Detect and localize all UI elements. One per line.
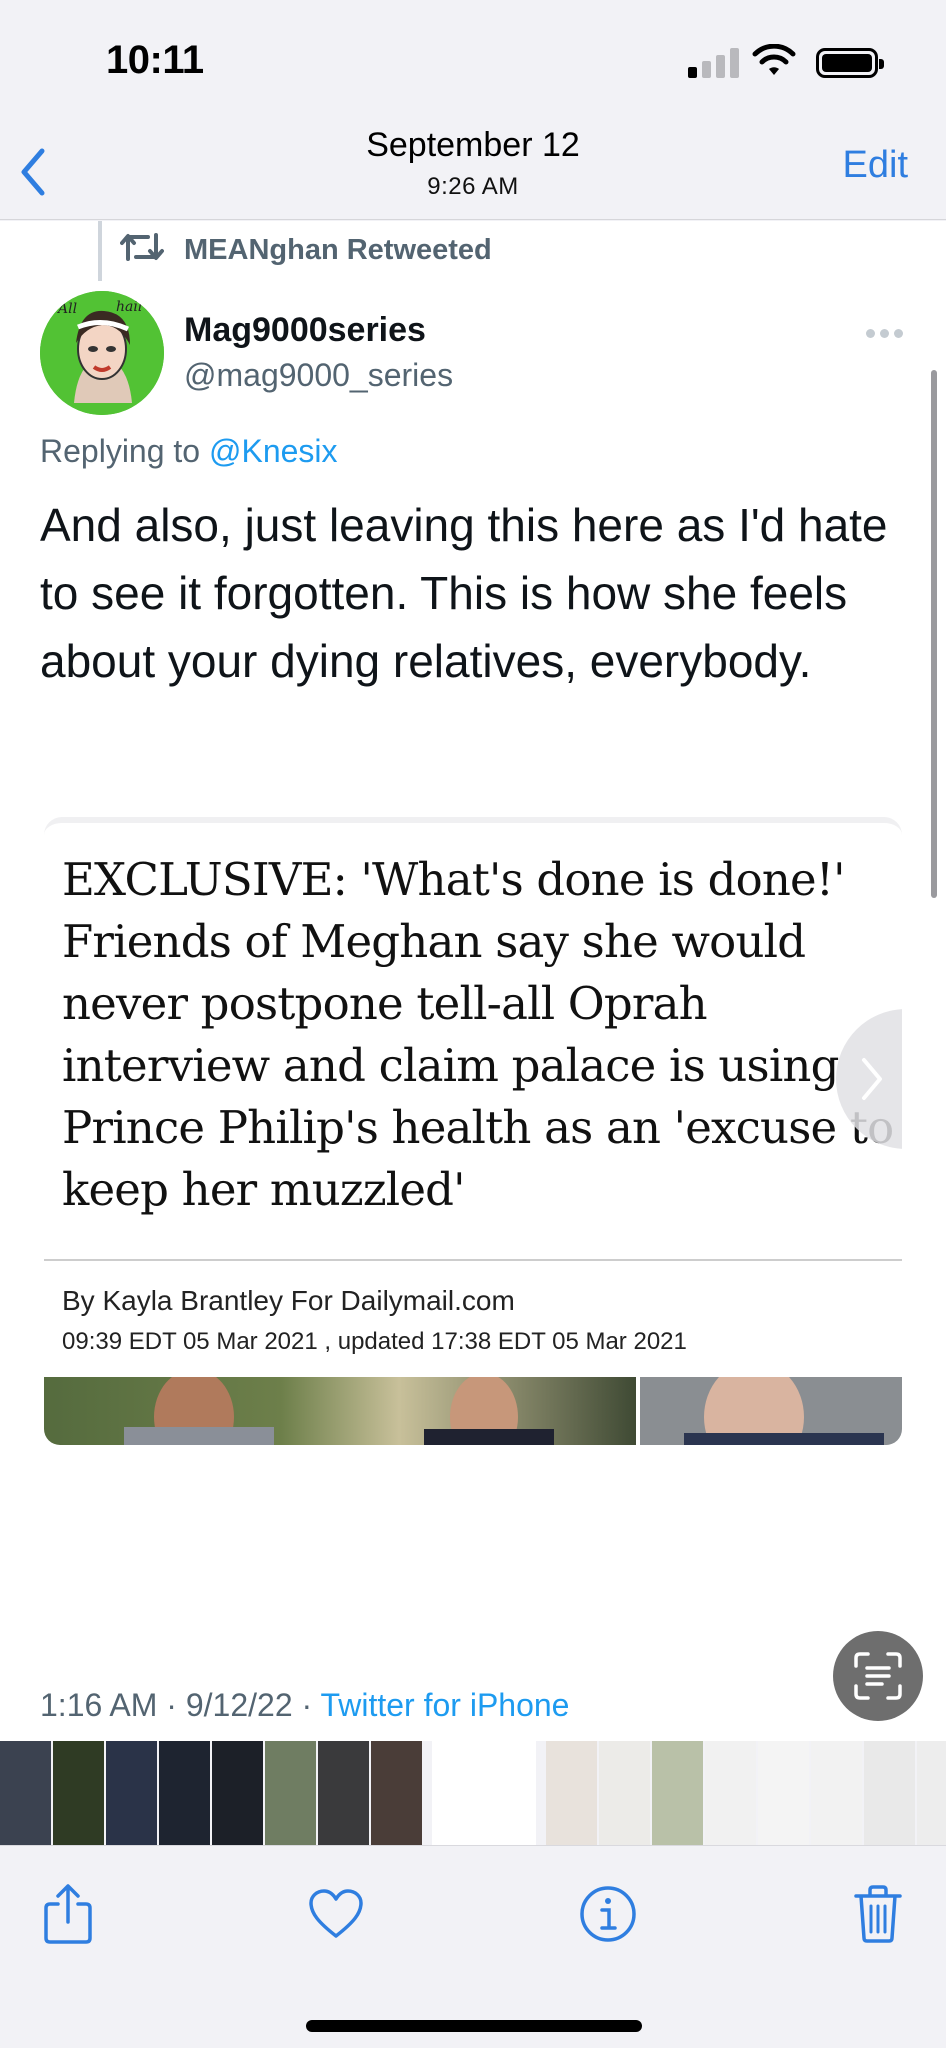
display-name[interactable]: Mag9000series [184, 311, 426, 350]
svg-text:hail: hail [116, 299, 142, 315]
thumbnail-selected[interactable] [432, 1741, 536, 1845]
info-icon [580, 1886, 636, 1942]
replying-to: Replying to @Knesix [40, 433, 338, 470]
share-icon [44, 1884, 92, 1944]
avatar[interactable]: All hail [40, 291, 164, 415]
thumbnail[interactable] [705, 1741, 756, 1845]
bottom-toolbar [0, 1845, 946, 2048]
thumbnail[interactable] [159, 1741, 210, 1845]
tweet-text: And also, just leaving this here as I'd … [40, 499, 888, 687]
live-text-button[interactable] [833, 1631, 923, 1721]
avatar-cartoon-icon: All hail [40, 291, 164, 415]
thumbnail[interactable] [758, 1741, 809, 1845]
thumbnail[interactable] [917, 1741, 946, 1845]
article-byline: By Kayla Brantley For Dailymail.com [62, 1285, 515, 1316]
battery-icon [816, 48, 884, 78]
share-button[interactable] [36, 1882, 100, 1946]
favorite-button[interactable] [304, 1882, 368, 1946]
retweeted-by-label: MEANghan Retweeted [184, 234, 492, 266]
retweet-icon [120, 233, 164, 261]
reply-mention-link[interactable]: @Knesix [209, 433, 338, 469]
photo-view[interactable]: MEANghan Retweeted All hail Mag9000serie… [0, 221, 946, 1741]
article-photo [44, 1377, 902, 1445]
replying-prefix: Replying to [40, 433, 209, 469]
trash-icon [854, 1885, 902, 1943]
thumbnail[interactable] [864, 1741, 915, 1845]
cellular-signal-icon [688, 46, 740, 78]
more-options-icon[interactable] [866, 329, 904, 339]
article-screenshot[interactable]: EXCLUSIVE: 'What's done is done!' Friend… [44, 817, 902, 1445]
svg-text:All: All [56, 301, 77, 317]
thumbnail[interactable] [106, 1741, 157, 1845]
article-headline: EXCLUSIVE: 'What's done is done!' Friend… [62, 853, 894, 1216]
wifi-icon [752, 44, 796, 75]
nav-date: September 12 [366, 126, 580, 164]
nav-time: 9:26 AM [427, 173, 519, 200]
tweet-source-link[interactable]: Twitter for iPhone [320, 1687, 569, 1723]
edit-button[interactable]: Edit [843, 144, 908, 187]
chevron-right-icon [862, 1058, 882, 1100]
thumbnail[interactable] [546, 1741, 597, 1845]
status-time: 10:11 [106, 38, 204, 82]
tweet-timestamp: 1:16 AM · 9/12/22 · [40, 1687, 321, 1723]
tweet-meta: 1:16 AM · 9/12/22 · Twitter for iPhone [40, 1687, 569, 1724]
thumbnail[interactable] [212, 1741, 263, 1845]
thumbnail[interactable] [0, 1741, 51, 1845]
home-indicator[interactable] [306, 2020, 642, 2032]
nav-bar: September 12 9:26 AM Edit [0, 120, 946, 220]
article-dateline: 09:39 EDT 05 Mar 2021 , updated 17:38 ED… [62, 1328, 687, 1355]
thumbnail[interactable] [371, 1741, 422, 1845]
thumbnail[interactable] [265, 1741, 316, 1845]
nav-title: September 12 9:26 AM [0, 126, 946, 201]
live-text-icon [854, 1652, 902, 1700]
thumbnail[interactable] [318, 1741, 369, 1845]
thread-line [98, 221, 102, 281]
thumbnail[interactable] [599, 1741, 650, 1845]
status-bar: 10:11 [0, 0, 946, 120]
user-handle[interactable]: @mag9000_series [184, 357, 453, 394]
divider [44, 1259, 902, 1261]
heart-icon [309, 1889, 363, 1938]
info-button[interactable] [576, 1882, 640, 1946]
thumbnail[interactable] [652, 1741, 703, 1845]
thumbnail[interactable] [811, 1741, 862, 1845]
scroll-indicator[interactable] [931, 370, 937, 898]
thumbnail[interactable] [53, 1741, 104, 1845]
thumbnail-strip[interactable] [0, 1741, 946, 1845]
delete-button[interactable] [846, 1882, 910, 1946]
